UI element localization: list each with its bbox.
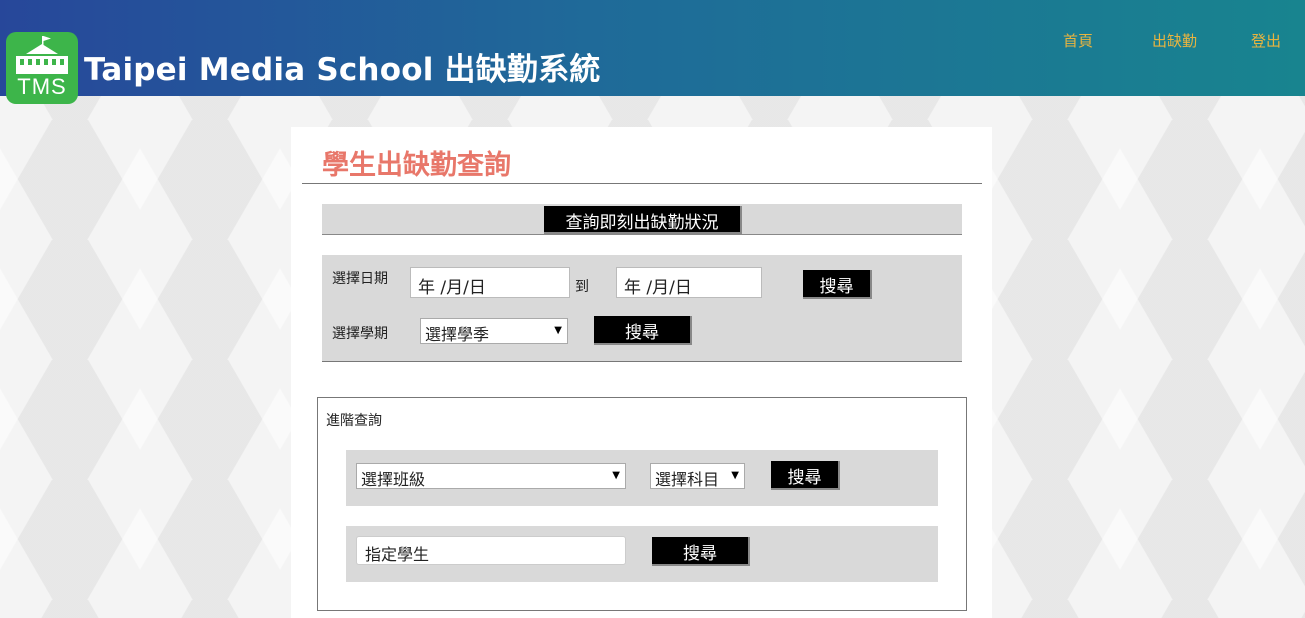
student-row: 指定學生 搜尋 [346, 526, 938, 582]
semester-label: 選擇學期 [332, 326, 388, 342]
nav-attendance-link[interactable]: 出缺勤 [1152, 30, 1197, 51]
nav-home-link[interactable]: 首頁 [1063, 30, 1093, 51]
class-select[interactable]: 選擇班級 ▼ [356, 463, 626, 489]
site-title: Taipei Media School 出缺勤系統 [84, 52, 601, 88]
subject-select[interactable]: 選擇科目 ▼ [650, 463, 745, 489]
date-to-input[interactable]: 年 /月/日 [616, 267, 762, 298]
student-input[interactable]: 指定學生 [356, 536, 626, 565]
nav-logout-link[interactable]: 登出 [1251, 30, 1281, 51]
realtime-bar: 查詢即刻出缺勤狀況 [322, 204, 962, 235]
subject-select-value: 選擇科目 [655, 470, 720, 489]
date-search-button[interactable]: 搜尋 [803, 270, 872, 299]
student-search-button[interactable]: 搜尋 [652, 537, 750, 566]
top-header: Taipei Media School 出缺勤系統 首頁 出缺勤 登出 [0, 0, 1305, 96]
semester-select-value: 選擇學季 [425, 325, 490, 344]
school-logo[interactable]: TMS [6, 32, 78, 104]
advanced-search-legend: 進階查詢 [326, 413, 382, 429]
caret-down-icon: ▼ [554, 325, 562, 336]
date-to-label: 到 [575, 279, 589, 295]
advanced-search-box: 進階查詢 選擇班級 ▼ 選擇科目 ▼ 搜尋 指定學生 搜尋 [317, 397, 967, 611]
main-panel: 學生出缺勤查詢 查詢即刻出缺勤狀況 選擇日期 年 /月/日 到 年 /月/日 搜… [291, 127, 992, 618]
page-title: 學生出缺勤查詢 [322, 150, 511, 181]
realtime-attendance-button[interactable]: 查詢即刻出缺勤狀況 [544, 206, 742, 234]
caret-down-icon: ▼ [612, 470, 620, 481]
semester-select[interactable]: 選擇學季 ▼ [420, 318, 568, 344]
class-search-button[interactable]: 搜尋 [771, 461, 840, 490]
semester-search-button[interactable]: 搜尋 [594, 316, 692, 345]
caret-down-icon: ▼ [731, 470, 739, 481]
class-subject-row: 選擇班級 ▼ 選擇科目 ▼ 搜尋 [346, 450, 938, 506]
basic-search-box: 選擇日期 年 /月/日 到 年 /月/日 搜尋 選擇學期 選擇學季 ▼ 搜尋 [322, 255, 962, 362]
title-divider [302, 183, 982, 184]
date-from-input[interactable]: 年 /月/日 [410, 267, 570, 298]
logo-text: TMS [17, 74, 67, 99]
class-select-value: 選擇班級 [361, 470, 426, 489]
date-label: 選擇日期 [332, 271, 388, 287]
